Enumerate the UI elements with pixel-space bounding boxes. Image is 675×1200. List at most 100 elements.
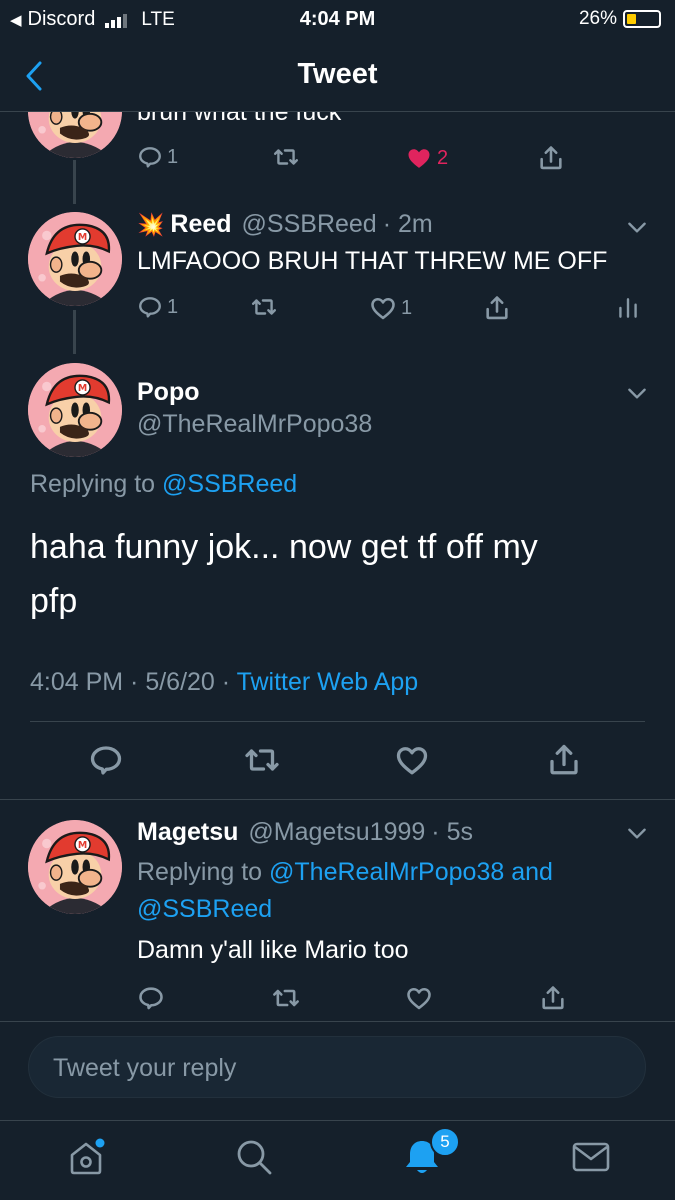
analytics-icon xyxy=(615,294,641,322)
tweet-actions: 1 1 xyxy=(137,294,647,328)
divider xyxy=(0,1021,675,1022)
tab-home[interactable] xyxy=(64,1135,108,1179)
user-handle[interactable]: @Magetsu1999 xyxy=(248,818,425,847)
tweet-header: Magetsu @Magetsu1999 · 5s xyxy=(137,818,473,847)
tweet-actions: 1 2 xyxy=(137,144,577,178)
display-name[interactable]: Popo xyxy=(137,378,200,407)
tweet-age: · 5s xyxy=(431,818,473,846)
share-icon xyxy=(483,294,511,322)
share-button[interactable] xyxy=(537,144,565,172)
like-button[interactable]: 1 xyxy=(369,294,412,322)
reply-button[interactable] xyxy=(88,742,124,778)
replying-to: Replying to @SSBReed xyxy=(30,470,297,499)
client-link[interactable]: Twitter Web App xyxy=(237,668,419,696)
tab-messages[interactable] xyxy=(569,1135,613,1179)
chevron-down-icon xyxy=(624,380,650,406)
retweet-icon xyxy=(271,984,301,1012)
thread-line xyxy=(73,160,76,204)
divider xyxy=(30,721,645,722)
battery-icon xyxy=(623,10,661,28)
like-count: 2 xyxy=(437,146,449,169)
battery-percent: 26% xyxy=(578,8,617,29)
heart-icon xyxy=(394,742,430,778)
reply-count: 1 xyxy=(167,145,179,168)
tweet-text: LMFAOOO BRUH THAT THREW ME OFF xyxy=(137,247,608,275)
top-nav: Tweet xyxy=(0,40,675,112)
clock: 4:04 PM xyxy=(299,8,376,30)
retweet-icon xyxy=(271,144,301,170)
like-count: 1 xyxy=(401,296,413,319)
reply-button[interactable]: 1 xyxy=(137,144,178,170)
display-name[interactable]: Reed xyxy=(170,210,231,239)
reply-composer[interactable]: Tweet your reply xyxy=(28,1036,646,1098)
share-icon xyxy=(539,984,567,1012)
chevron-down-icon xyxy=(624,214,650,240)
user-handle[interactable]: @SSBReed xyxy=(242,210,377,239)
tweet-age: · 2m xyxy=(382,210,433,238)
main-tweet-actions xyxy=(0,742,675,782)
reply-icon xyxy=(88,742,124,778)
tweet-actions xyxy=(137,984,577,1018)
retweet-button[interactable] xyxy=(249,294,279,320)
replying-prefix: Replying to xyxy=(137,858,263,886)
thread-line xyxy=(73,310,76,354)
mention-and: and xyxy=(511,858,553,886)
reply-button[interactable]: 1 xyxy=(137,294,178,320)
mention-link[interactable]: @SSBReed xyxy=(162,470,297,498)
home-icon[interactable] xyxy=(64,1135,108,1179)
share-button[interactable] xyxy=(483,294,511,322)
heart-icon xyxy=(405,984,433,1012)
mention-link[interactable]: @TheRealMrPopo38 xyxy=(269,858,504,886)
heart-icon xyxy=(405,144,433,172)
status-bar: ◀ Discord LTE 4:04 PM 26% xyxy=(0,0,675,38)
replying-prefix: Replying to xyxy=(30,470,156,498)
mention-link[interactable]: @SSBReed xyxy=(137,891,553,928)
page-title: Tweet xyxy=(297,58,378,90)
display-name[interactable]: Magetsu xyxy=(137,818,238,847)
share-button[interactable] xyxy=(539,984,567,1012)
avatar[interactable] xyxy=(28,112,122,158)
avatar[interactable] xyxy=(28,212,122,306)
tweet-text-line: pfp xyxy=(30,582,78,620)
share-button[interactable] xyxy=(546,742,582,778)
tweet-menu-button[interactable] xyxy=(624,820,650,846)
reply-placeholder: Tweet your reply xyxy=(53,1054,237,1082)
tweet-timestamp: 4:04 PM · 5/6/20 · xyxy=(30,668,231,696)
notifications-badge: 5 xyxy=(430,1127,460,1157)
tweet-menu-button[interactable] xyxy=(624,380,650,406)
retweet-button[interactable] xyxy=(271,144,301,170)
tweet-body: haha funny jok... now get tf off my pfp xyxy=(30,520,538,628)
user-handle[interactable]: @TheRealMrPopo38 xyxy=(137,410,372,439)
reply-count: 1 xyxy=(167,295,179,318)
avatar[interactable] xyxy=(28,363,122,457)
tweet-menu-button[interactable] xyxy=(624,214,650,240)
like-button[interactable] xyxy=(405,984,433,1012)
tweet-header: 💥 Reed @SSBReed · 2m xyxy=(137,210,433,239)
reply-icon xyxy=(137,984,165,1012)
retweet-button[interactable] xyxy=(242,742,282,778)
like-button[interactable] xyxy=(394,742,430,778)
divider xyxy=(0,799,675,800)
reply-button[interactable] xyxy=(137,984,165,1012)
tweet-text: Damn y'all like Mario too xyxy=(137,936,409,964)
mail-icon[interactable] xyxy=(569,1135,613,1179)
tab-search[interactable] xyxy=(232,1135,276,1179)
tweet-meta: 4:04 PM · 5/6/20 · Twitter Web App xyxy=(30,668,418,697)
name-emoji: 💥 xyxy=(137,212,165,237)
retweet-icon xyxy=(249,294,279,320)
tweet-text-line: haha funny jok... now get tf off my xyxy=(30,528,538,566)
replying-to: Replying to @TheRealMrPopo38 and @SSBRee… xyxy=(137,854,553,928)
tab-bar: 5 xyxy=(0,1120,675,1200)
search-icon[interactable] xyxy=(232,1135,276,1179)
chevron-down-icon xyxy=(624,820,650,846)
heart-icon xyxy=(369,294,397,322)
retweet-icon xyxy=(242,742,282,778)
retweet-button[interactable] xyxy=(271,984,301,1012)
analytics-button[interactable] xyxy=(615,294,641,322)
avatar[interactable] xyxy=(28,820,122,914)
reply-icon xyxy=(137,294,163,320)
tweet-text: bruh what the fuck xyxy=(137,112,342,126)
like-button[interactable]: 2 xyxy=(405,144,448,172)
share-icon xyxy=(546,742,582,778)
reply-icon xyxy=(137,144,163,170)
